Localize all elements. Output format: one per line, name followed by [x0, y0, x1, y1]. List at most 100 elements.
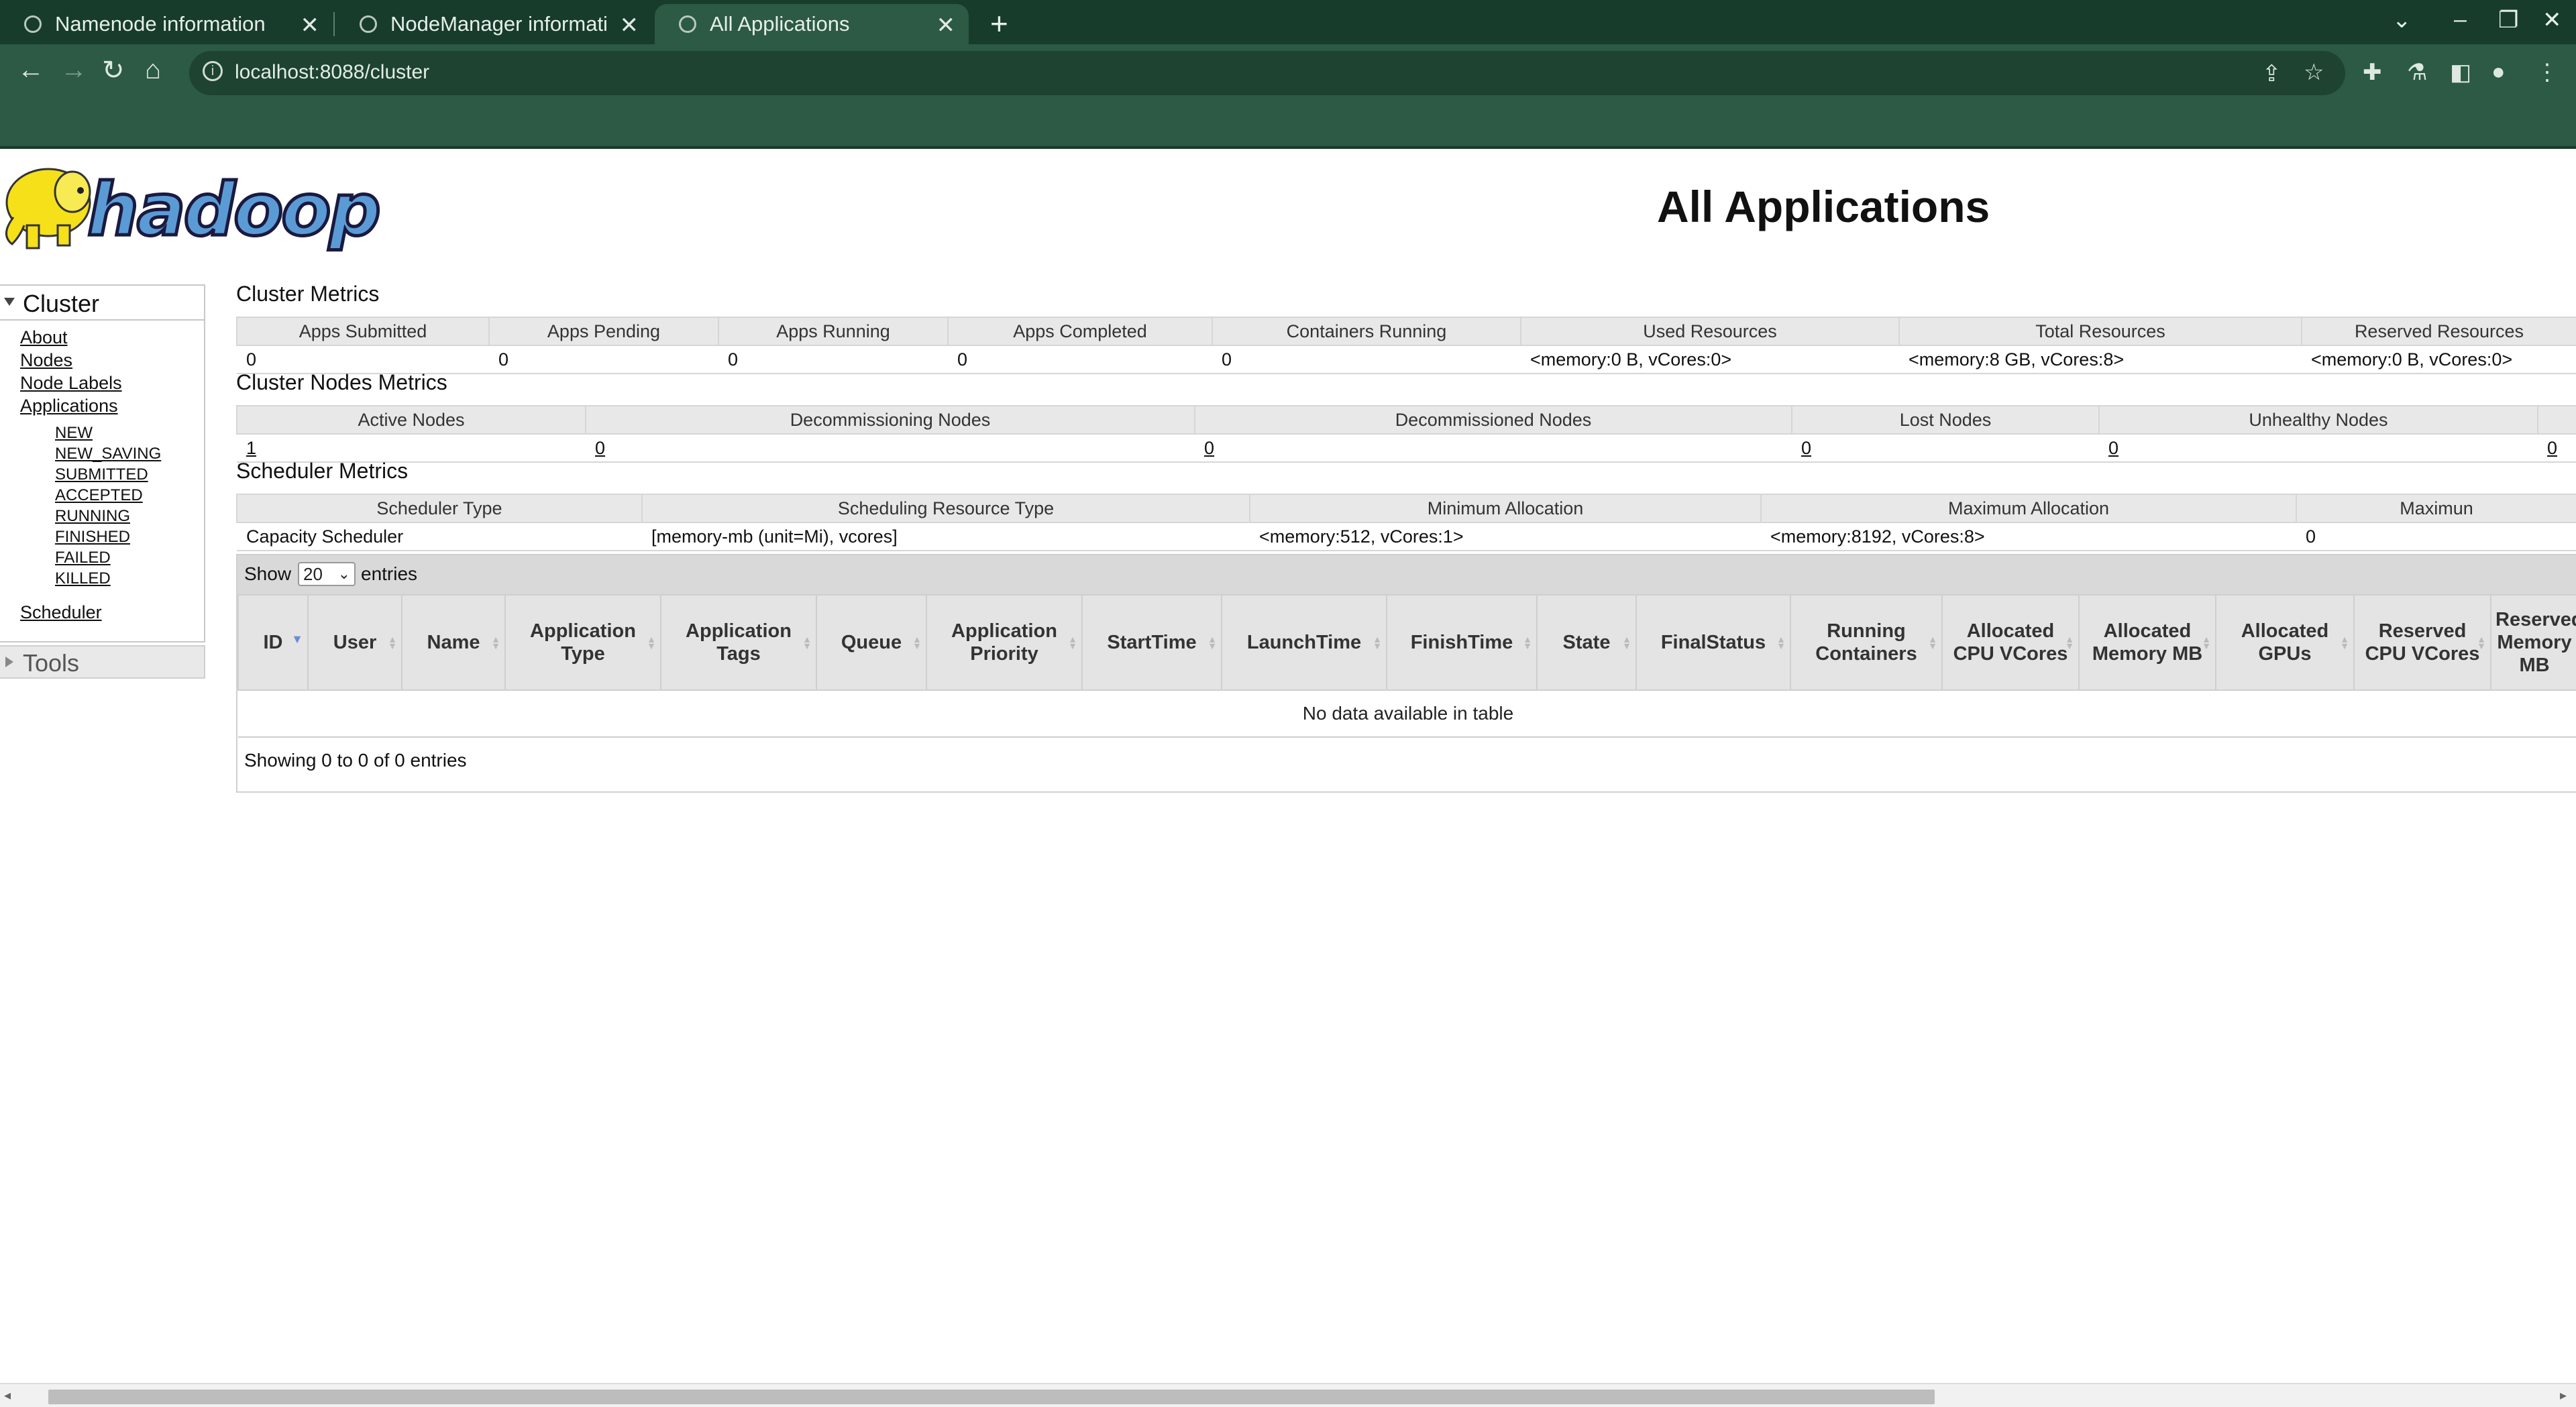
tab-nodemanager-information[interactable]: NodeManager informati ✕ [335, 4, 652, 44]
cluster-nodes-metrics-table: Active Nodes Decommissioning Nodes Decom… [236, 405, 2576, 463]
maximize-icon[interactable]: ❐ [2498, 7, 2518, 34]
col-allocated-gpus[interactable]: Allocated GPUs ▲ ▼ [2215, 594, 2355, 691]
sidebar-link-scheduler[interactable]: Scheduler [20, 602, 102, 623]
sidebar-app-state-failed[interactable]: FAILED [55, 549, 111, 567]
new-tab-icon[interactable]: + [990, 5, 1008, 42]
link-rebooted-nodes[interactable]: 0 [2547, 438, 2557, 458]
sidebar-app-state-finished[interactable]: FINISHED [55, 528, 130, 547]
address-bar[interactable]: i localhost:8088/cluster ⇪ ☆ [189, 51, 2345, 95]
value-apps-completed: 0 [948, 345, 1212, 374]
col-apps-running: Apps Running [718, 317, 949, 346]
tab-namenode-information[interactable]: Namenode information ✕ [0, 4, 333, 44]
minimize-icon[interactable]: – [2454, 7, 2467, 33]
sort-icon: ▲ ▼ [2202, 634, 2211, 651]
sidebar-app-state-killed[interactable]: KILLED [55, 569, 111, 588]
cluster-nodes-metrics-title: Cluster Nodes Metrics [236, 370, 447, 394]
col-scheduler-type: Scheduler Type [236, 494, 643, 523]
sidebar-cluster-panel: Cluster About Nodes Node Labels Applicat… [0, 284, 205, 642]
close-tab-icon[interactable]: ✕ [936, 12, 956, 39]
sidebar-app-state-new-saving[interactable]: NEW_SAVING [55, 445, 161, 463]
tab-title: Namenode information [55, 12, 266, 36]
profile-avatar-icon[interactable]: ● [2491, 59, 2506, 85]
menu-kebab-icon[interactable]: ⋮ [2536, 59, 2559, 86]
sort-icon: ▲ ▼ [647, 634, 656, 651]
col-state[interactable]: State ▲ ▼ [1536, 594, 1637, 691]
col-allocated-memory-mb[interactable]: Allocated Memory MB ▲ ▼ [2078, 594, 2216, 691]
scroll-right-icon[interactable]: ▸ [2560, 1387, 2567, 1404]
col-scheduling-resource-type: Scheduling Resource Type [641, 494, 1250, 523]
link-lost-nodes[interactable]: 0 [1801, 438, 1811, 458]
col-application-tags[interactable]: Application Tags ▲ ▼ [660, 594, 817, 691]
page-size-select[interactable]: 20 ⌄ [298, 562, 356, 586]
cluster-metrics-title: Cluster Metrics [236, 282, 380, 306]
link-decommissioning-nodes[interactable]: 0 [595, 438, 605, 458]
sort-icon: ▲ ▼ [1928, 634, 1937, 651]
back-arrow-icon[interactable]: ← [17, 55, 44, 85]
col-reserved-cpu-vcores-label: Reserved CPU VCores [2365, 620, 2480, 665]
side-panel-icon[interactable]: ◧ [2450, 59, 2471, 86]
sort-icon: ▲ ▼ [491, 634, 500, 651]
col-application-priority[interactable]: Application Priority ▲ ▼ [926, 594, 1083, 691]
link-decommissioned-nodes[interactable]: 0 [1204, 438, 1214, 458]
horizontal-scrollbar[interactable]: ◂ ▸ [0, 1383, 2576, 1407]
sidebar-link-node-labels[interactable]: Node Labels [20, 373, 122, 394]
tab-search-chevron-icon[interactable]: ⌄ [2392, 7, 2412, 34]
cluster-label: Cluster [23, 290, 100, 317]
tools-section-header[interactable]: Tools [0, 645, 205, 679]
close-window-icon[interactable]: ✕ [2542, 7, 2562, 34]
value-used-resources: <memory:0 B, vCores:0> [1521, 345, 1899, 374]
col-name[interactable]: Name ▲ ▼ [401, 594, 506, 691]
site-info-icon[interactable]: i [203, 61, 223, 81]
sort-icon: ▲ ▼ [2340, 634, 2349, 651]
value-apps-running: 0 [718, 345, 948, 374]
scroll-left-icon[interactable]: ◂ [4, 1387, 11, 1404]
col-user[interactable]: User ▲ ▼ [307, 594, 402, 691]
share-icon[interactable]: ⇪ [2262, 60, 2282, 87]
col-queue-label: Queue [841, 632, 902, 653]
scheduler-metrics-table: Scheduler Type Scheduling Resource Type … [236, 494, 2576, 551]
scrollbar-thumb[interactable] [48, 1390, 1935, 1404]
value-total-resources: <memory:8 GB, vCores:8> [1899, 345, 2302, 374]
sidebar-link-applications[interactable]: Applications [20, 396, 118, 416]
sidebar-link-nodes[interactable]: Nodes [20, 350, 72, 371]
close-tab-icon[interactable]: ✕ [620, 12, 639, 39]
col-application-type[interactable]: Application Type ▲ ▼ [504, 594, 661, 691]
forward-arrow-icon[interactable]: → [60, 55, 87, 85]
link-active-nodes[interactable]: 1 [246, 438, 256, 458]
globe-icon [24, 15, 42, 33]
col-reserved-memory-mb[interactable]: Reserved Memory MB [2490, 594, 2576, 691]
col-queue[interactable]: Queue ▲ ▼ [816, 594, 927, 691]
col-starttime[interactable]: StartTime ▲ ▼ [1081, 594, 1222, 691]
col-rebooted-nodes [2537, 405, 2576, 435]
col-launchtime[interactable]: LaunchTime ▲ ▼ [1221, 594, 1387, 691]
link-unhealthy-nodes[interactable]: 0 [2108, 438, 2118, 458]
close-tab-icon[interactable]: ✕ [301, 12, 320, 39]
value-containers-running: 0 [1212, 345, 1521, 374]
labs-flask-icon[interactable]: ⚗ [2407, 59, 2427, 86]
sidebar-app-state-accepted[interactable]: ACCEPTED [55, 486, 143, 505]
reload-icon[interactable]: ↻ [102, 55, 125, 86]
chevron-down-icon: ⌄ [337, 565, 350, 582]
col-finishtime[interactable]: FinishTime ▲ ▼ [1386, 594, 1538, 691]
tab-title: NodeManager informati [390, 12, 608, 36]
cluster-section-header[interactable]: Cluster [0, 286, 204, 321]
sidebar-app-state-running[interactable]: RUNNING [55, 507, 130, 526]
col-running-containers[interactable]: Running Containers ▲ ▼ [1790, 594, 1943, 691]
col-allocated-cpu-vcores[interactable]: Allocated CPU VCores ▲ ▼ [1941, 594, 2080, 691]
col-finalstatus[interactable]: FinalStatus ▲ ▼ [1635, 594, 1791, 691]
col-reserved-cpu-vcores[interactable]: Reserved CPU VCores ▲ ▼ [2353, 594, 2491, 691]
home-icon[interactable]: ⌂ [145, 55, 161, 85]
col-id[interactable]: ID ▼ [237, 594, 309, 691]
value-minimum-allocation: <memory:512, vCores:1> [1250, 522, 1761, 551]
col-minimum-allocation: Minimum Allocation [1249, 494, 1762, 523]
sort-icon: ▲ ▼ [802, 634, 812, 651]
bookmark-star-icon[interactable]: ☆ [2304, 59, 2324, 86]
tab-all-applications[interactable]: All Applications ✕ [655, 4, 969, 44]
sidebar-link-about[interactable]: About [20, 327, 68, 348]
hadoop-logo: hadoop [5, 167, 382, 254]
sort-icon: ▲ ▼ [1373, 634, 1382, 651]
sort-icon: ▲ ▼ [1208, 634, 1217, 651]
extensions-icon[interactable]: ✚ [2363, 59, 2382, 86]
sidebar-app-state-new[interactable]: NEW [55, 424, 93, 443]
sidebar-app-state-submitted[interactable]: SUBMITTED [55, 465, 148, 484]
